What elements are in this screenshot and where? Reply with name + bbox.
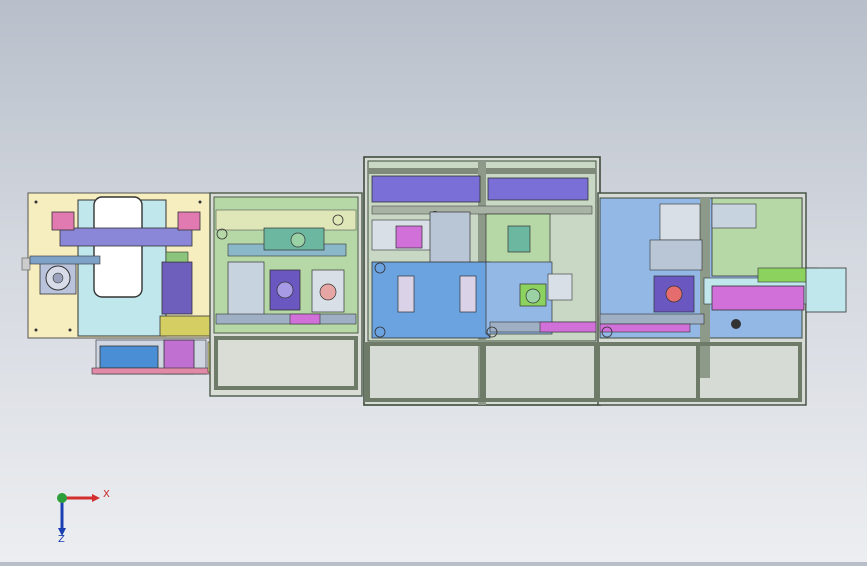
- feeder-module: [21, 192, 225, 375]
- cad-viewport[interactable]: X Z: [0, 0, 867, 562]
- z-axis-label: Z: [58, 534, 65, 545]
- transfer-module: [209, 192, 363, 397]
- output-module: [597, 192, 847, 406]
- x-axis-arrowhead: [92, 494, 100, 502]
- y-axis-ball: [57, 493, 67, 503]
- x-axis-label: X: [103, 489, 110, 500]
- cad-model-drawing: [21, 156, 847, 406]
- axis-triad: X Z: [57, 489, 110, 545]
